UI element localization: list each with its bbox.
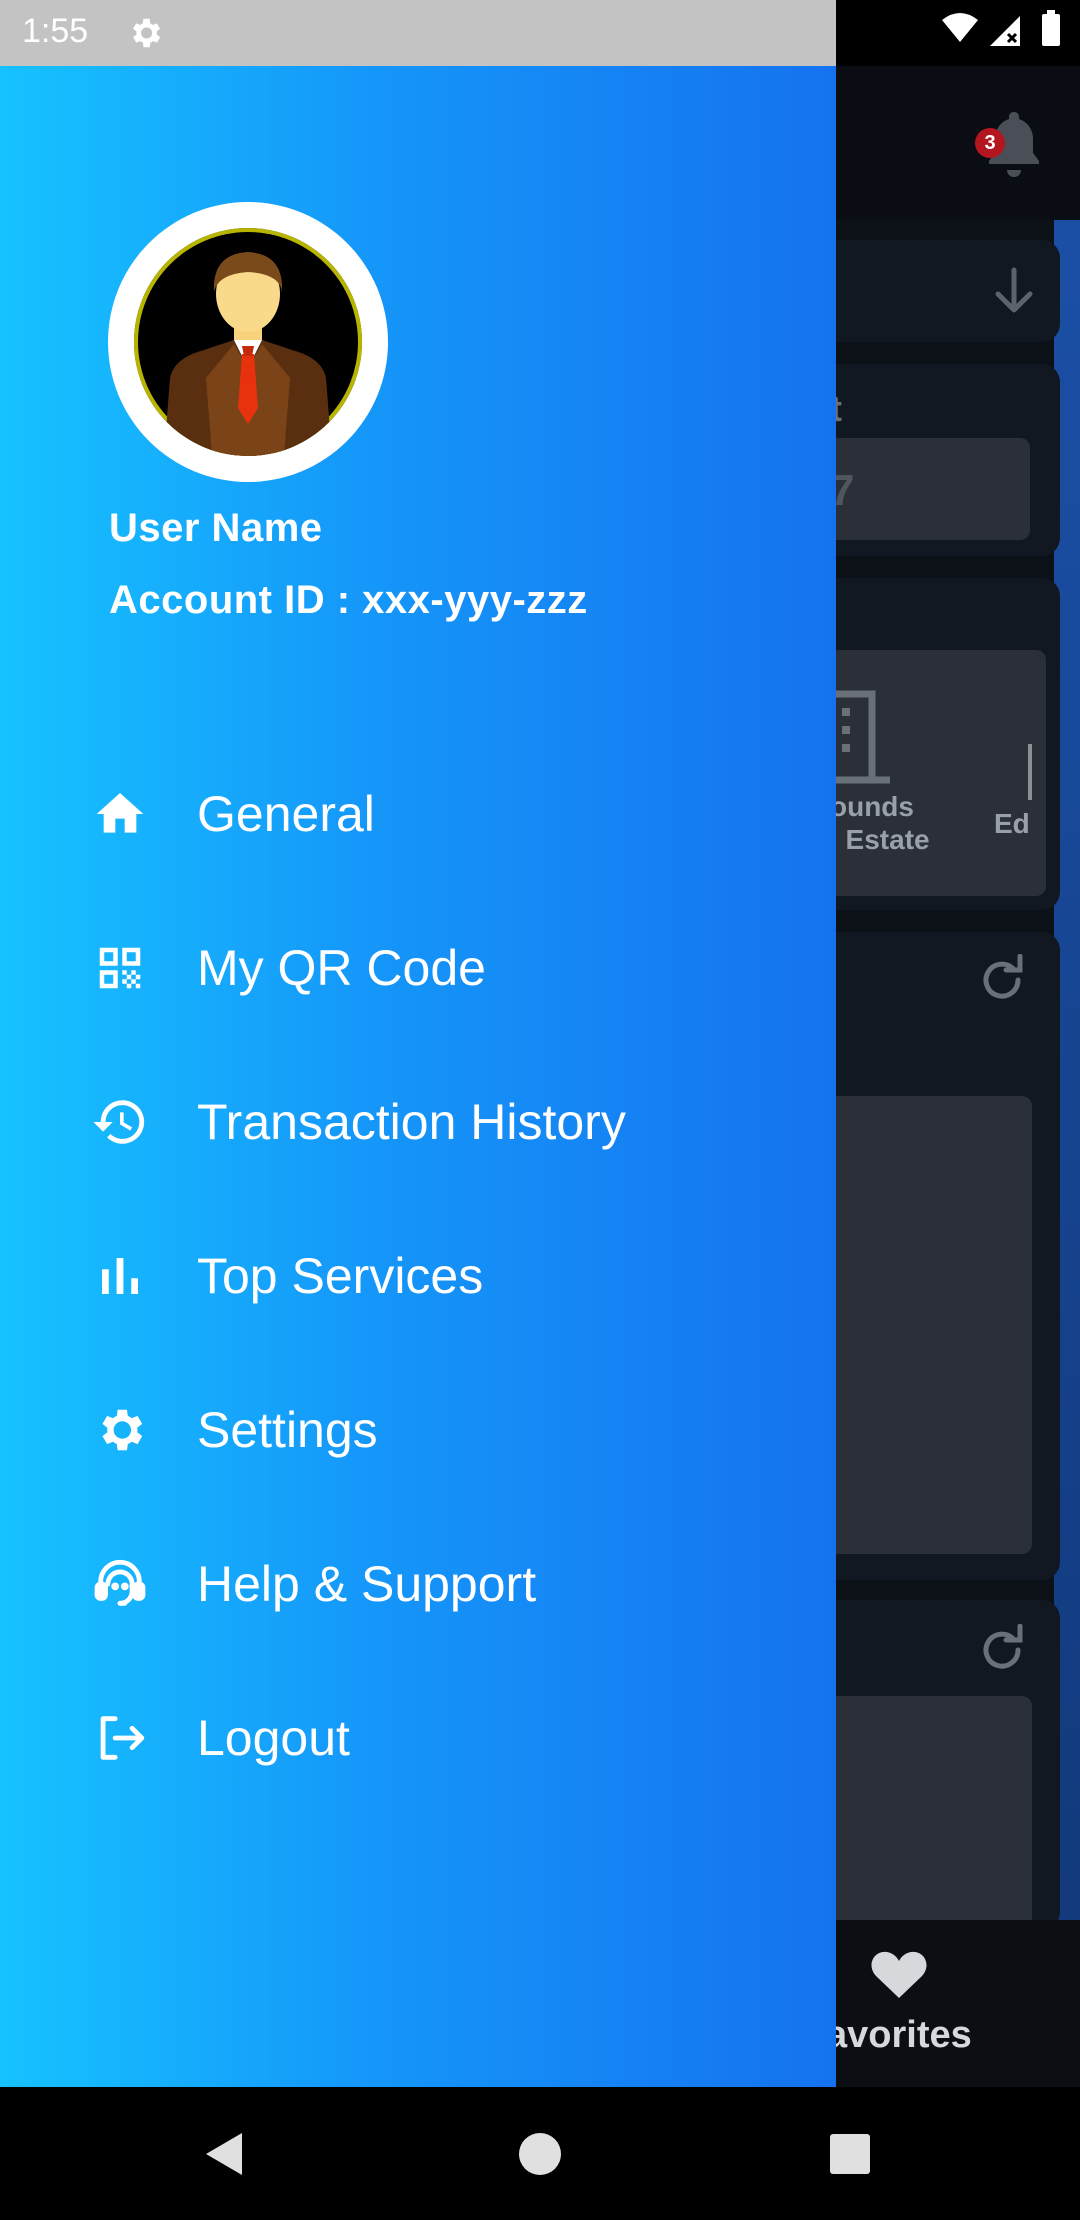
menu-item-label: Transaction History — [197, 1094, 626, 1150]
menu-item-settings[interactable]: Settings — [0, 1370, 836, 1490]
arrow-down-icon — [995, 267, 1033, 313]
notification-badge: 3 — [975, 128, 1005, 158]
navigation-drawer: User Name Account ID : xxx-yyy-zzz Gener… — [0, 66, 836, 2087]
recents-icon[interactable] — [815, 2119, 885, 2189]
category-label-line2: l Estate — [830, 824, 930, 855]
menu-item-help-support[interactable]: Help & Support — [0, 1524, 836, 1644]
menu-item-label: Help & Support — [197, 1556, 537, 1612]
home-button-icon[interactable] — [505, 2119, 575, 2189]
menu-item-transaction-history[interactable]: Transaction History — [0, 1062, 836, 1182]
system-navigation-bar — [0, 2087, 1080, 2220]
status-bar-right — [836, 0, 1080, 66]
status-time: 1:55 — [22, 12, 89, 50]
menu-item-top-services[interactable]: Top Services — [0, 1216, 836, 1336]
back-icon[interactable] — [190, 2119, 260, 2189]
system-status-icons — [942, 10, 1060, 46]
qr-code-icon — [88, 936, 152, 1000]
settings-notification-icon — [132, 18, 161, 48]
menu-item-label: My QR Code — [197, 940, 486, 996]
refresh-icon[interactable] — [976, 954, 1028, 1006]
menu-item-logout[interactable]: Logout — [0, 1678, 836, 1798]
avatar[interactable] — [134, 228, 362, 456]
menu-item-label: Top Services — [197, 1248, 484, 1304]
category-label-line1: ounds — [830, 791, 914, 822]
history-icon — [88, 1090, 152, 1154]
menu-item-my-qr-code[interactable]: My QR Code — [0, 908, 836, 1028]
gear-icon — [88, 1398, 152, 1462]
bar-chart-icon — [88, 1244, 152, 1308]
user-name: User Name — [109, 506, 323, 550]
logout-icon — [88, 1706, 152, 1770]
refresh-icon[interactable] — [976, 1624, 1028, 1676]
support-agent-icon — [88, 1552, 152, 1616]
account-id: Account ID : xxx-yyy-zzz — [109, 578, 588, 622]
menu-item-label: General — [197, 786, 375, 842]
user-avatar-icon — [164, 252, 332, 456]
home-icon — [88, 782, 152, 846]
category-label-partial: Ed — [994, 808, 1030, 839]
favorites-tab-label[interactable]: avorites — [826, 2014, 972, 2057]
heart-icon[interactable] — [870, 1948, 928, 2000]
status-bar: 1:55 — [0, 0, 836, 66]
menu-item-label: Settings — [197, 1402, 378, 1458]
menu-item-label: Logout — [197, 1710, 350, 1766]
menu-item-general[interactable]: General — [0, 754, 836, 874]
